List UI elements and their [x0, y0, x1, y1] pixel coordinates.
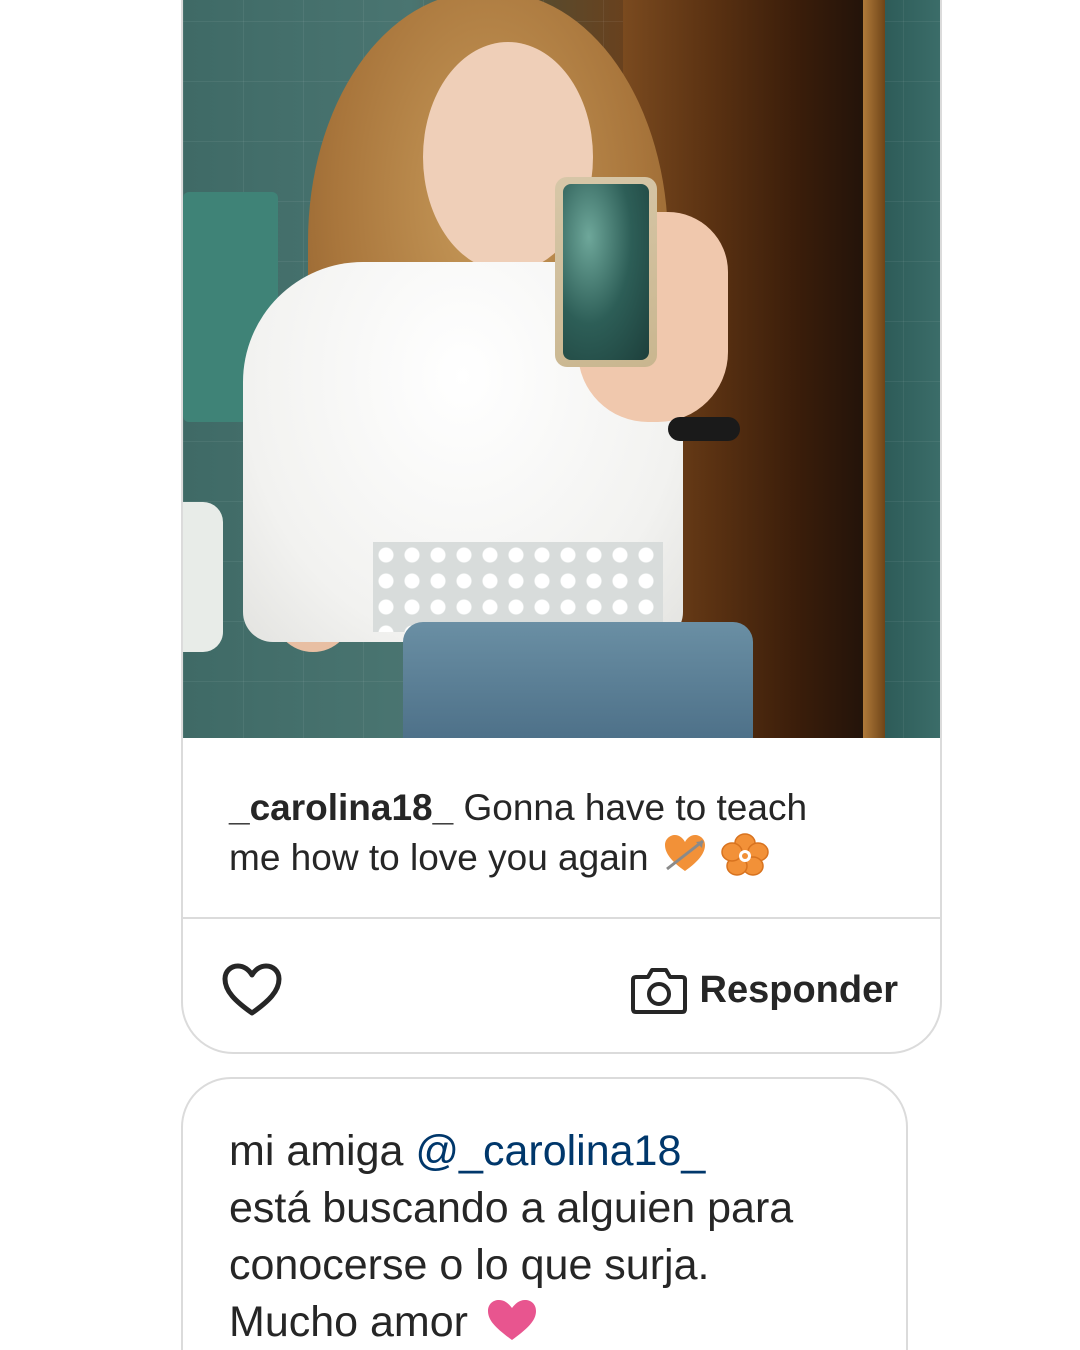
story-reply-card: _carolina18_ Gonna have to teach me how … [181, 0, 942, 1054]
caption-text-line1: Gonna have to teach [463, 787, 808, 828]
reply-label: Responder [699, 968, 898, 1011]
message-bubble[interactable]: mi amiga @_carolina18_ está buscando a a… [181, 1077, 908, 1350]
caption-text-line2: me how to love you again [229, 836, 649, 878]
photo-sink [183, 502, 223, 652]
caption-username[interactable]: _carolina18_ [229, 787, 453, 828]
message-line2: está buscando a alguien para [229, 1184, 794, 1232]
photo-bracelet [668, 417, 740, 441]
photo-jeans [403, 622, 753, 738]
photo-phone-case [563, 184, 649, 360]
reply-button[interactable]: Responder [630, 962, 898, 1018]
message-prefix: mi amiga [229, 1127, 416, 1175]
hibiscus-icon [721, 832, 769, 888]
heart-outline-icon [222, 963, 282, 1016]
message-text: mi amiga @_carolina18_ está buscando a a… [229, 1123, 879, 1350]
heart-with-arrow-icon [663, 833, 707, 887]
message-line3: conocerse o lo que surja. [229, 1241, 710, 1289]
story-photo[interactable] [183, 0, 940, 738]
like-button[interactable] [221, 962, 283, 1018]
card-divider [183, 917, 940, 919]
pink-heart-icon [486, 1298, 538, 1350]
camera-icon [630, 968, 687, 1014]
mention-link[interactable]: @_carolina18_ [415, 1127, 705, 1175]
message-line4: Mucho amor [229, 1298, 468, 1346]
page: _carolina18_ Gonna have to teach me how … [0, 0, 1080, 1350]
photo-door-frame [863, 0, 885, 738]
photo-lace-trim [373, 542, 663, 632]
story-caption: _carolina18_ Gonna have to teach me how … [229, 784, 909, 888]
